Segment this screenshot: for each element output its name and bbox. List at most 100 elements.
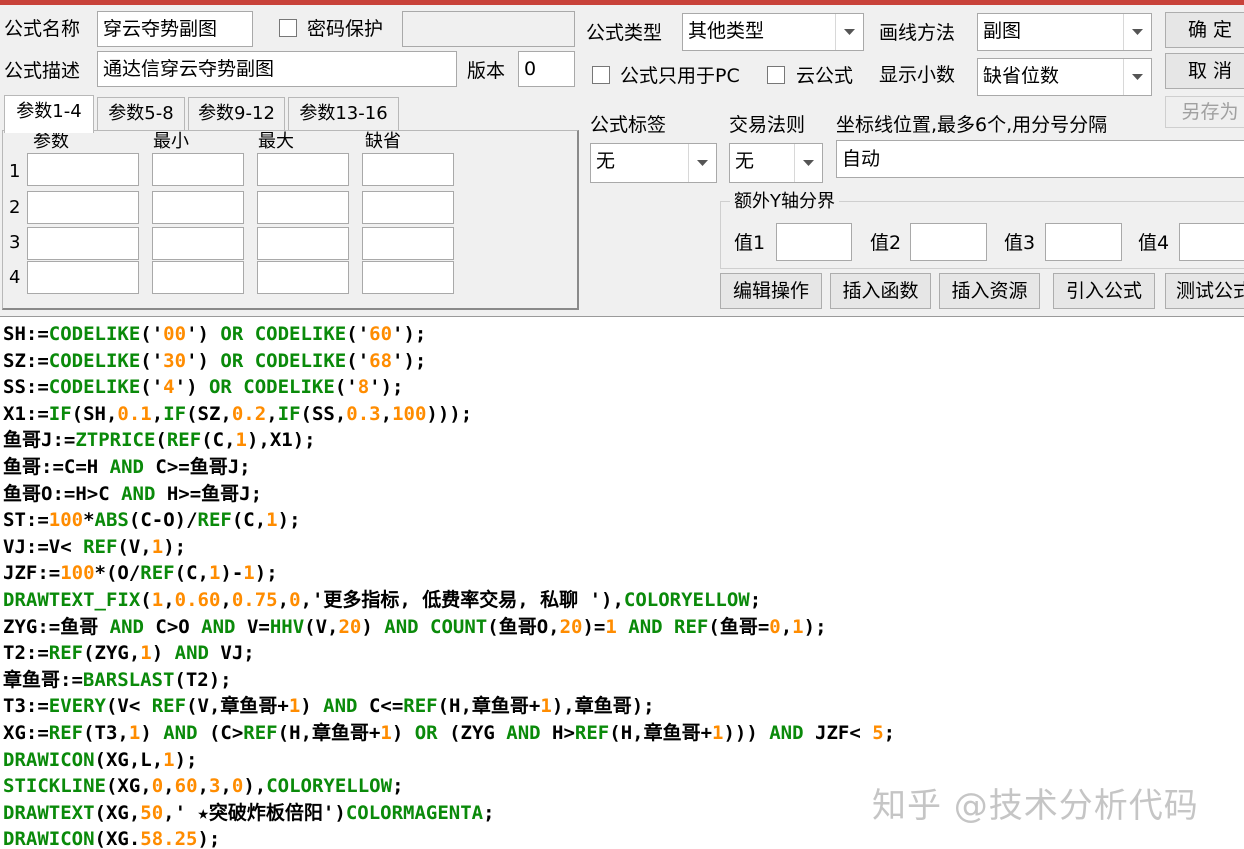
code-token: ') xyxy=(186,349,221,372)
code-token: 50 xyxy=(140,801,164,824)
insert-function-button[interactable]: 插入函数 xyxy=(830,273,931,309)
code-editor[interactable]: SH:=CODELIKE('00') OR CODELIKE('60'); SZ:… xyxy=(0,316,1244,849)
code-token: (XG,L, xyxy=(94,748,164,771)
param-default-input[interactable] xyxy=(362,191,454,224)
code-token: DRAWTEXT_FIX xyxy=(3,589,141,611)
code-token: (V,章鱼哥+ xyxy=(186,695,289,718)
y-value-3-label: 值3 xyxy=(1004,232,1036,254)
code-token: 1 xyxy=(540,695,552,718)
chevron-down-icon[interactable] xyxy=(835,14,863,50)
param-max-input[interactable] xyxy=(257,191,349,224)
code-token: JZF< xyxy=(803,722,873,744)
param-default-input[interactable] xyxy=(362,261,454,294)
decimals-select[interactable]: 缺省位数 xyxy=(977,58,1152,96)
param-name-input[interactable] xyxy=(27,191,139,224)
param-min-input[interactable] xyxy=(152,191,244,224)
code-token: C>=鱼哥J; xyxy=(143,456,251,478)
code-token: 58.25 xyxy=(140,828,198,849)
import-formula-button[interactable]: 引入公式 xyxy=(1053,273,1155,309)
code-token: 60 xyxy=(174,775,198,798)
code-token: 0.60 xyxy=(174,589,221,611)
formula-desc-input[interactable]: 通达信穿云夺势副图 xyxy=(97,51,457,87)
cancel-button[interactable]: 取 消 xyxy=(1165,53,1244,89)
y-value-2-label: 值2 xyxy=(870,232,902,254)
draw-method-select[interactable]: 副图 xyxy=(977,13,1152,51)
param-default-input[interactable] xyxy=(362,153,454,186)
code-line: VJ:=V< REF(V,1); xyxy=(3,534,186,561)
y-value-3-input[interactable] xyxy=(1045,223,1122,261)
code-token: , xyxy=(163,775,175,798)
chevron-down-icon[interactable] xyxy=(688,144,716,182)
code-token: 0.2 xyxy=(231,402,267,425)
code-token: CODELIKE xyxy=(48,323,141,345)
code-token: (C-O)/ xyxy=(128,509,198,532)
tab-params-1-4[interactable]: 参数1-4 xyxy=(4,95,94,133)
code-token: ZYG:=鱼哥 xyxy=(3,615,110,638)
formula-type-select[interactable]: 其他类型 xyxy=(682,13,864,51)
password-label: 密码保护 xyxy=(307,18,384,40)
code-token: OR xyxy=(220,349,244,372)
code-line: JZF:=100*(O/REF(C,1)-1); xyxy=(3,560,278,587)
axis-line-input[interactable]: 自动 xyxy=(836,140,1244,178)
test-formula-button[interactable]: 测试公式 xyxy=(1165,273,1244,309)
tab-params-9-12[interactable]: 参数9-12 xyxy=(188,97,285,131)
param-name-input[interactable] xyxy=(27,227,139,260)
code-token: CODELIKE xyxy=(243,376,335,399)
param-min-input[interactable] xyxy=(152,153,244,186)
param-max-input[interactable] xyxy=(257,153,349,186)
code-token: ), xyxy=(243,775,267,798)
code-token: ,'更多指标, 低费率交易, 私聊 '), xyxy=(300,589,624,611)
password-input[interactable] xyxy=(402,11,575,47)
param-name-input[interactable] xyxy=(27,153,139,186)
code-line: DRAWTEXT(XG,50,' ★突破炸板倍阳')COLORMAGENTA; xyxy=(3,800,495,827)
code-token: AND xyxy=(163,722,198,744)
code-token: AND xyxy=(384,615,419,638)
param-min-input[interactable] xyxy=(152,261,244,294)
y-value-1-input[interactable] xyxy=(776,223,852,261)
code-token: ),章鱼哥); xyxy=(551,695,655,718)
pc-only-label: 公式只用于PC xyxy=(620,65,740,87)
code-token: '); xyxy=(392,323,427,345)
code-token: 100 xyxy=(60,562,95,585)
draw-method-label: 画线方法 xyxy=(879,22,956,44)
col-param-header: 参数 xyxy=(33,131,69,152)
code-token: AND xyxy=(109,456,144,478)
version-input[interactable]: 0 xyxy=(518,51,575,87)
code-token: (V< xyxy=(105,695,152,718)
code-token: REF xyxy=(140,562,175,585)
param-min-input[interactable] xyxy=(152,227,244,260)
formula-type-value: 其他类型 xyxy=(688,20,765,42)
code-token: 5 xyxy=(872,722,884,744)
formula-name-input[interactable]: 穿云夺势副图 xyxy=(97,11,253,47)
code-token: ') xyxy=(186,323,221,345)
insert-resource-button[interactable]: 插入资源 xyxy=(939,273,1040,309)
code-token: , xyxy=(266,402,278,425)
chevron-down-icon[interactable] xyxy=(794,144,822,182)
y-value-4-input[interactable] xyxy=(1179,223,1244,261)
code-token: 1 xyxy=(243,562,255,585)
code-token: REF xyxy=(243,722,278,744)
version-label: 版本 xyxy=(467,60,506,82)
cloud-checkbox[interactable] xyxy=(767,66,785,84)
code-token: REF xyxy=(151,695,187,718)
code-token: (XG. xyxy=(94,828,141,849)
pc-only-checkbox[interactable] xyxy=(592,66,610,84)
param-max-input[interactable] xyxy=(257,261,349,294)
param-default-input[interactable] xyxy=(362,227,454,260)
code-token: , xyxy=(277,589,290,611)
chevron-down-icon[interactable] xyxy=(1123,14,1151,50)
password-checkbox[interactable] xyxy=(279,19,297,37)
code-token: )- xyxy=(220,562,244,585)
ok-button[interactable]: 确 定 xyxy=(1165,12,1244,48)
formula-tag-select[interactable]: 无 xyxy=(590,143,717,183)
tab-params-5-8[interactable]: 参数5-8 xyxy=(97,97,185,131)
tab-params-13-16[interactable]: 参数13-16 xyxy=(288,97,399,131)
trade-rule-select[interactable]: 无 xyxy=(729,143,823,183)
y-value-2-input[interactable] xyxy=(910,223,987,261)
code-token: ) xyxy=(391,722,415,744)
param-max-input[interactable] xyxy=(257,227,349,260)
chevron-down-icon[interactable] xyxy=(1123,59,1151,95)
save-as-button[interactable]: 另存为 xyxy=(1165,96,1244,128)
param-name-input[interactable] xyxy=(27,261,139,294)
edit-operation-button[interactable]: 编辑操作 xyxy=(720,273,822,309)
